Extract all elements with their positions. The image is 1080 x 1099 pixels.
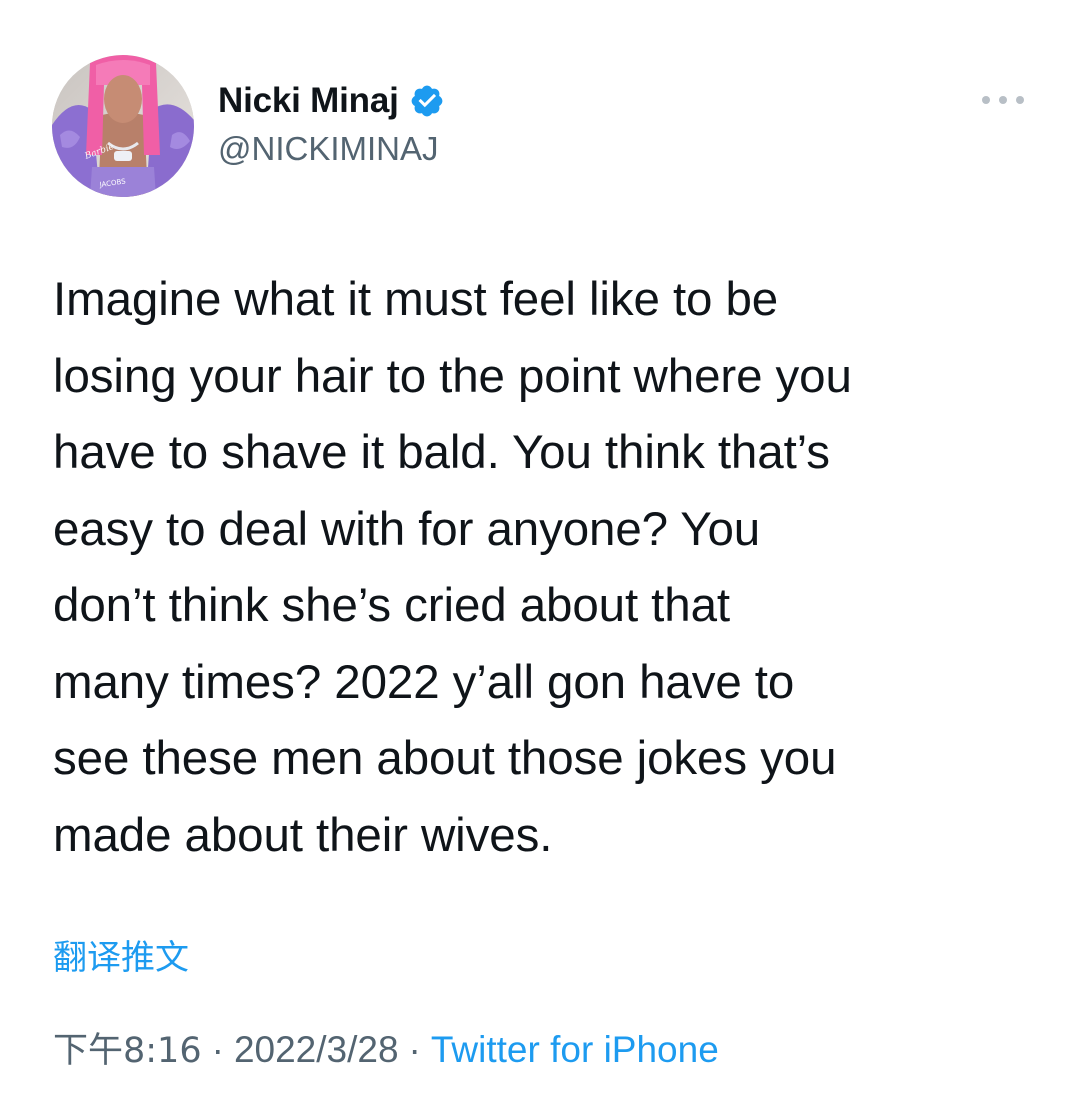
tweet-text: Imagine what it must feel like to be los…	[53, 262, 1053, 874]
avatar-image: JACOBS Barbie	[52, 55, 194, 197]
author-handle[interactable]: @NICKIMINAJ	[218, 130, 439, 168]
more-dot	[999, 96, 1007, 104]
tweet-line: don’t think she’s cried about that	[53, 579, 731, 632]
tweet-line: many times? 2022 y’all gon have to	[53, 655, 795, 709]
tweet-line: made about their wives.	[53, 808, 553, 862]
tweet-card: JACOBS Barbie Nicki Minaj @NICKIMINAJ Im…	[0, 0, 1080, 1099]
translate-tweet-link[interactable]: 翻译推文	[53, 930, 189, 979]
tweet-time[interactable]: 下午8:16	[53, 1022, 202, 1073]
tweet-source-link[interactable]: Twitter for iPhone	[431, 1029, 719, 1071]
tweet-line: see these men about those jokes you	[53, 732, 837, 785]
avatar[interactable]: JACOBS Barbie	[52, 55, 194, 197]
verified-badge-icon	[409, 83, 445, 119]
more-options-button[interactable]	[982, 88, 1024, 112]
meta-separator: ·	[211, 1029, 224, 1070]
tweet-line: losing your hair to the point where you	[53, 349, 852, 403]
more-dots-icon	[982, 96, 990, 104]
tweet-line: have to shave it bald. You think that’s	[53, 426, 830, 479]
tweet-meta: 下午8:16 · 2022/3/28 · Twitter for iPhone	[53, 1022, 719, 1073]
tweet-line: Imagine what it must feel like to be	[53, 273, 779, 326]
tweet-line: easy to deal with for anyone? You	[53, 502, 761, 556]
author-name-row[interactable]: Nicki Minaj	[218, 78, 445, 124]
more-dot	[1016, 96, 1024, 104]
meta-separator: ·	[408, 1029, 421, 1070]
display-name[interactable]: Nicki Minaj	[218, 81, 399, 121]
tweet-date[interactable]: 2022/3/28	[234, 1029, 399, 1071]
